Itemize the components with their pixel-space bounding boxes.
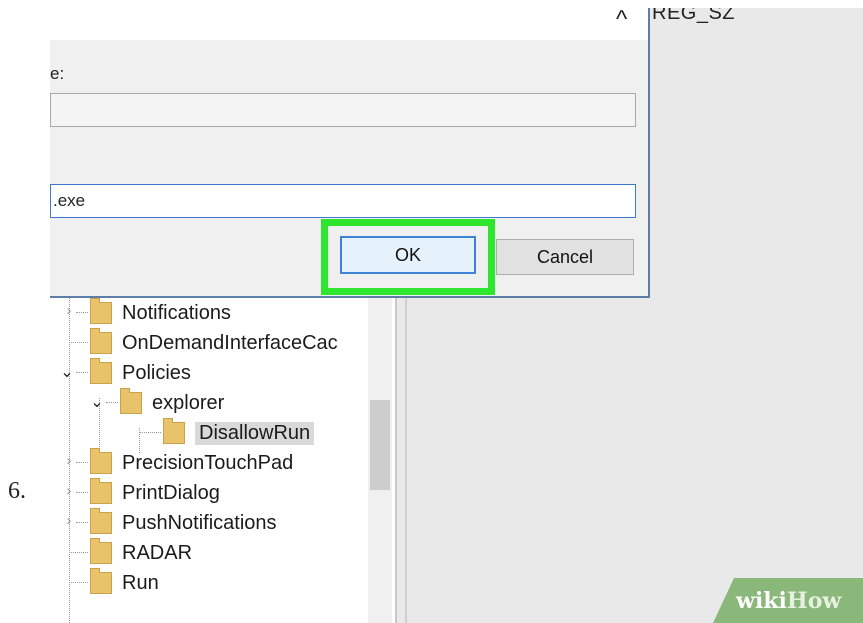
folder-icon <box>120 388 142 414</box>
tree-item-label: OnDemandInterfaceCac <box>122 331 338 354</box>
chevron-down-icon[interactable]: ⌄ <box>90 392 104 412</box>
screenshot-area: › Notifications OnDemandInterfaceCac ⌄ P… <box>50 8 863 623</box>
tree-guide <box>76 492 88 493</box>
tree-item-label: Run <box>122 571 159 594</box>
tree-item-label: PrecisionTouchPad <box>122 451 294 474</box>
folder-icon <box>90 298 112 324</box>
tree-guide <box>76 522 88 523</box>
tree-item-policies[interactable]: Policies <box>90 358 191 388</box>
wikihow-logo-part2: How <box>786 588 842 614</box>
tree-item-printdialog[interactable]: PrintDialog <box>90 478 220 508</box>
wikihow-logo: wikiHow <box>736 588 841 614</box>
folder-icon <box>90 568 112 594</box>
tree-item-run[interactable]: Run <box>90 568 159 598</box>
dialog-title-bar <box>50 8 648 40</box>
cancel-button[interactable]: Cancel <box>496 239 634 275</box>
chevron-right-icon[interactable]: › <box>62 512 76 528</box>
folder-icon <box>90 358 112 384</box>
value-name-label: e: <box>50 64 65 83</box>
wikihow-logo-part1: wiki <box>736 588 787 614</box>
chevron-right-icon[interactable]: › <box>62 452 76 468</box>
ok-button-highlight <box>321 219 495 295</box>
folder-icon <box>90 328 112 354</box>
tree-guide <box>69 582 88 583</box>
value-type-text: REG_SZ <box>652 8 736 24</box>
tree-item-label: PrintDialog <box>122 481 220 504</box>
value-data-field[interactable]: .exe <box>50 184 636 218</box>
folder-icon <box>90 448 112 474</box>
tree-item-pushnotifications[interactable]: PushNotifications <box>90 508 277 538</box>
tree-item-radar[interactable]: RADAR <box>90 538 192 568</box>
tree-guide <box>139 432 161 433</box>
tree-item-label: Notifications <box>122 301 231 324</box>
tree-scrollbar-thumb[interactable] <box>370 400 390 490</box>
tree-item-label: explorer <box>152 391 225 414</box>
tree-item-label: RADAR <box>122 541 193 564</box>
tree-item-label: PushNotifications <box>122 511 277 534</box>
tree-item-label: Policies <box>122 361 191 384</box>
values-pane <box>397 298 863 623</box>
collapse-chevron-icon[interactable]: ^ <box>616 8 627 34</box>
tree-item-ondemandinterfacecache[interactable]: OnDemandInterfaceCac <box>90 328 338 358</box>
folder-icon <box>90 508 112 534</box>
tree-item-notifications[interactable]: Notifications <box>90 298 231 328</box>
tree-guide <box>76 462 88 463</box>
tree-item-explorer[interactable]: explorer <box>120 388 224 418</box>
folder-icon <box>90 538 112 564</box>
folder-icon <box>90 478 112 504</box>
chevron-right-icon[interactable]: › <box>62 302 76 318</box>
tree-guide <box>69 552 88 553</box>
value-name-field[interactable] <box>50 93 636 127</box>
folder-icon <box>163 418 185 444</box>
tree-guide <box>76 312 88 313</box>
tree-guide <box>106 402 118 403</box>
chevron-down-icon[interactable]: ⌄ <box>60 362 74 382</box>
tree-item-label: DisallowRun <box>195 421 315 445</box>
tree-item-precisiontouchpad[interactable]: PrecisionTouchPad <box>90 448 293 478</box>
tree-item-disallowrun[interactable]: DisallowRun <box>163 418 315 448</box>
chevron-right-icon[interactable]: › <box>62 482 76 498</box>
tree-guide <box>69 342 88 343</box>
pane-divider <box>405 298 407 623</box>
registry-tree: › Notifications OnDemandInterfaceCac ⌄ P… <box>50 298 395 623</box>
step-number: 6. <box>8 478 26 504</box>
tree-guide <box>76 372 88 373</box>
